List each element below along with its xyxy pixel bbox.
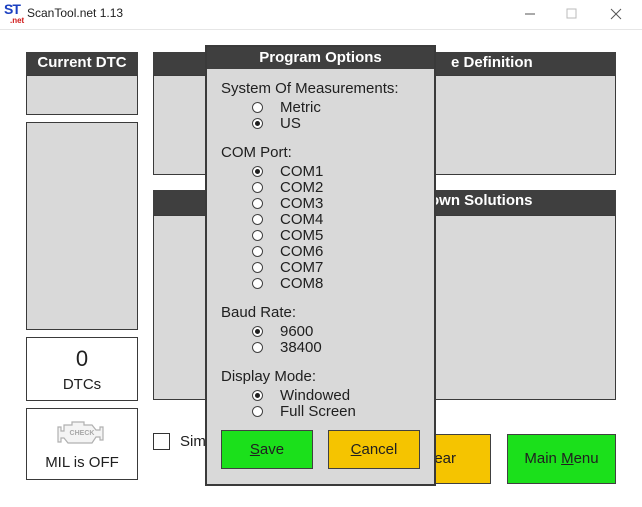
main-menu-rest: enu [573,450,599,467]
radio-button-icon[interactable] [252,102,263,113]
dtc-count: 0 [75,346,89,371]
save-mnemonic: S [249,441,260,458]
window-title: ScanTool.net 1.13 [27,6,124,20]
com-port-option-label: COM5 [280,227,324,244]
radio-button-icon[interactable] [252,230,263,241]
com-port-option-label: COM6 [280,243,324,260]
radio-button-icon[interactable] [252,326,263,337]
com-port-option-label: COM2 [280,179,324,196]
check-engine-text: CHECK [70,430,95,437]
radio-button-icon[interactable] [252,214,263,225]
radio-button-icon[interactable] [252,118,263,129]
simulate-checkbox[interactable] [153,433,170,450]
current-dtc-code-box [26,75,138,115]
baud-rate-option-label: 38400 [280,339,322,356]
com-port-option-label: COM1 [280,163,324,180]
display-mode-option-label: Windowed [280,387,351,404]
radio-button-icon[interactable] [252,246,263,257]
save-button[interactable]: Save [221,430,313,469]
com-port-option-label: COM8 [280,275,324,292]
com-port-option-label: COM3 [280,195,324,212]
app-logo-icon: ST .net [4,1,25,26]
program-options-dialog: Program Options System Of Measurements: … [205,45,436,486]
dtc-count-label: DTCs [62,376,102,393]
title-bar: ST .net ScanTool.net 1.13 [0,0,642,30]
radio-button-icon[interactable] [252,198,263,209]
com-port-option-label: COM4 [280,211,324,228]
mil-status-text: MIL is OFF [45,454,119,471]
logo-st-text: ST [4,1,21,17]
baud-rate-option-label: 9600 [280,323,314,340]
dtc-counter: 0 DTCs [26,337,138,401]
logo-net-text: .net [10,16,25,25]
baud-rate-label: Baud Rate: [221,304,297,321]
close-button[interactable] [594,2,638,26]
display-mode-option-label: Full Screen [280,403,356,420]
main-menu-prefix: Main [524,450,562,467]
com-port-label: COM Port: [221,144,292,161]
radio-button-icon[interactable] [252,390,263,401]
com-port-option-label: COM7 [280,259,324,276]
mil-status-box: CHECK MIL is OFF [26,408,138,480]
cancel-button[interactable]: Cancel [328,430,420,469]
dialog-title: Program Options [207,47,434,69]
dtc-list[interactable] [26,122,138,330]
close-icon [610,8,622,20]
radio-button-icon[interactable] [252,262,263,273]
maximize-button[interactable] [550,2,594,26]
measurement-label: System Of Measurements: [221,80,399,97]
current-dtc-header: Current DTC [26,52,138,75]
simulate-checkbox-label: Sim [180,433,206,450]
cancel-mnemonic: C [350,441,362,458]
radio-button-icon[interactable] [252,278,263,289]
radio-button-icon[interactable] [252,406,263,417]
check-engine-icon: CHECK [57,421,104,444]
main-menu-mnemonic: M [561,450,574,467]
main-menu-button[interactable]: Main Menu [507,434,616,484]
radio-button-icon[interactable] [252,166,263,177]
measurement-option-label: Metric [280,99,321,116]
maximize-icon [566,8,577,19]
cancel-rest: ancel [361,441,398,458]
measurement-option-label: US [280,115,301,132]
radio-button-icon[interactable] [252,342,263,353]
save-rest: ave [259,441,285,458]
clear-codes-label: ear [434,450,456,467]
minimize-icon [525,13,535,15]
radio-button-icon[interactable] [252,182,263,193]
display-mode-label: Display Mode: [221,368,317,385]
minimize-button[interactable] [508,2,552,26]
